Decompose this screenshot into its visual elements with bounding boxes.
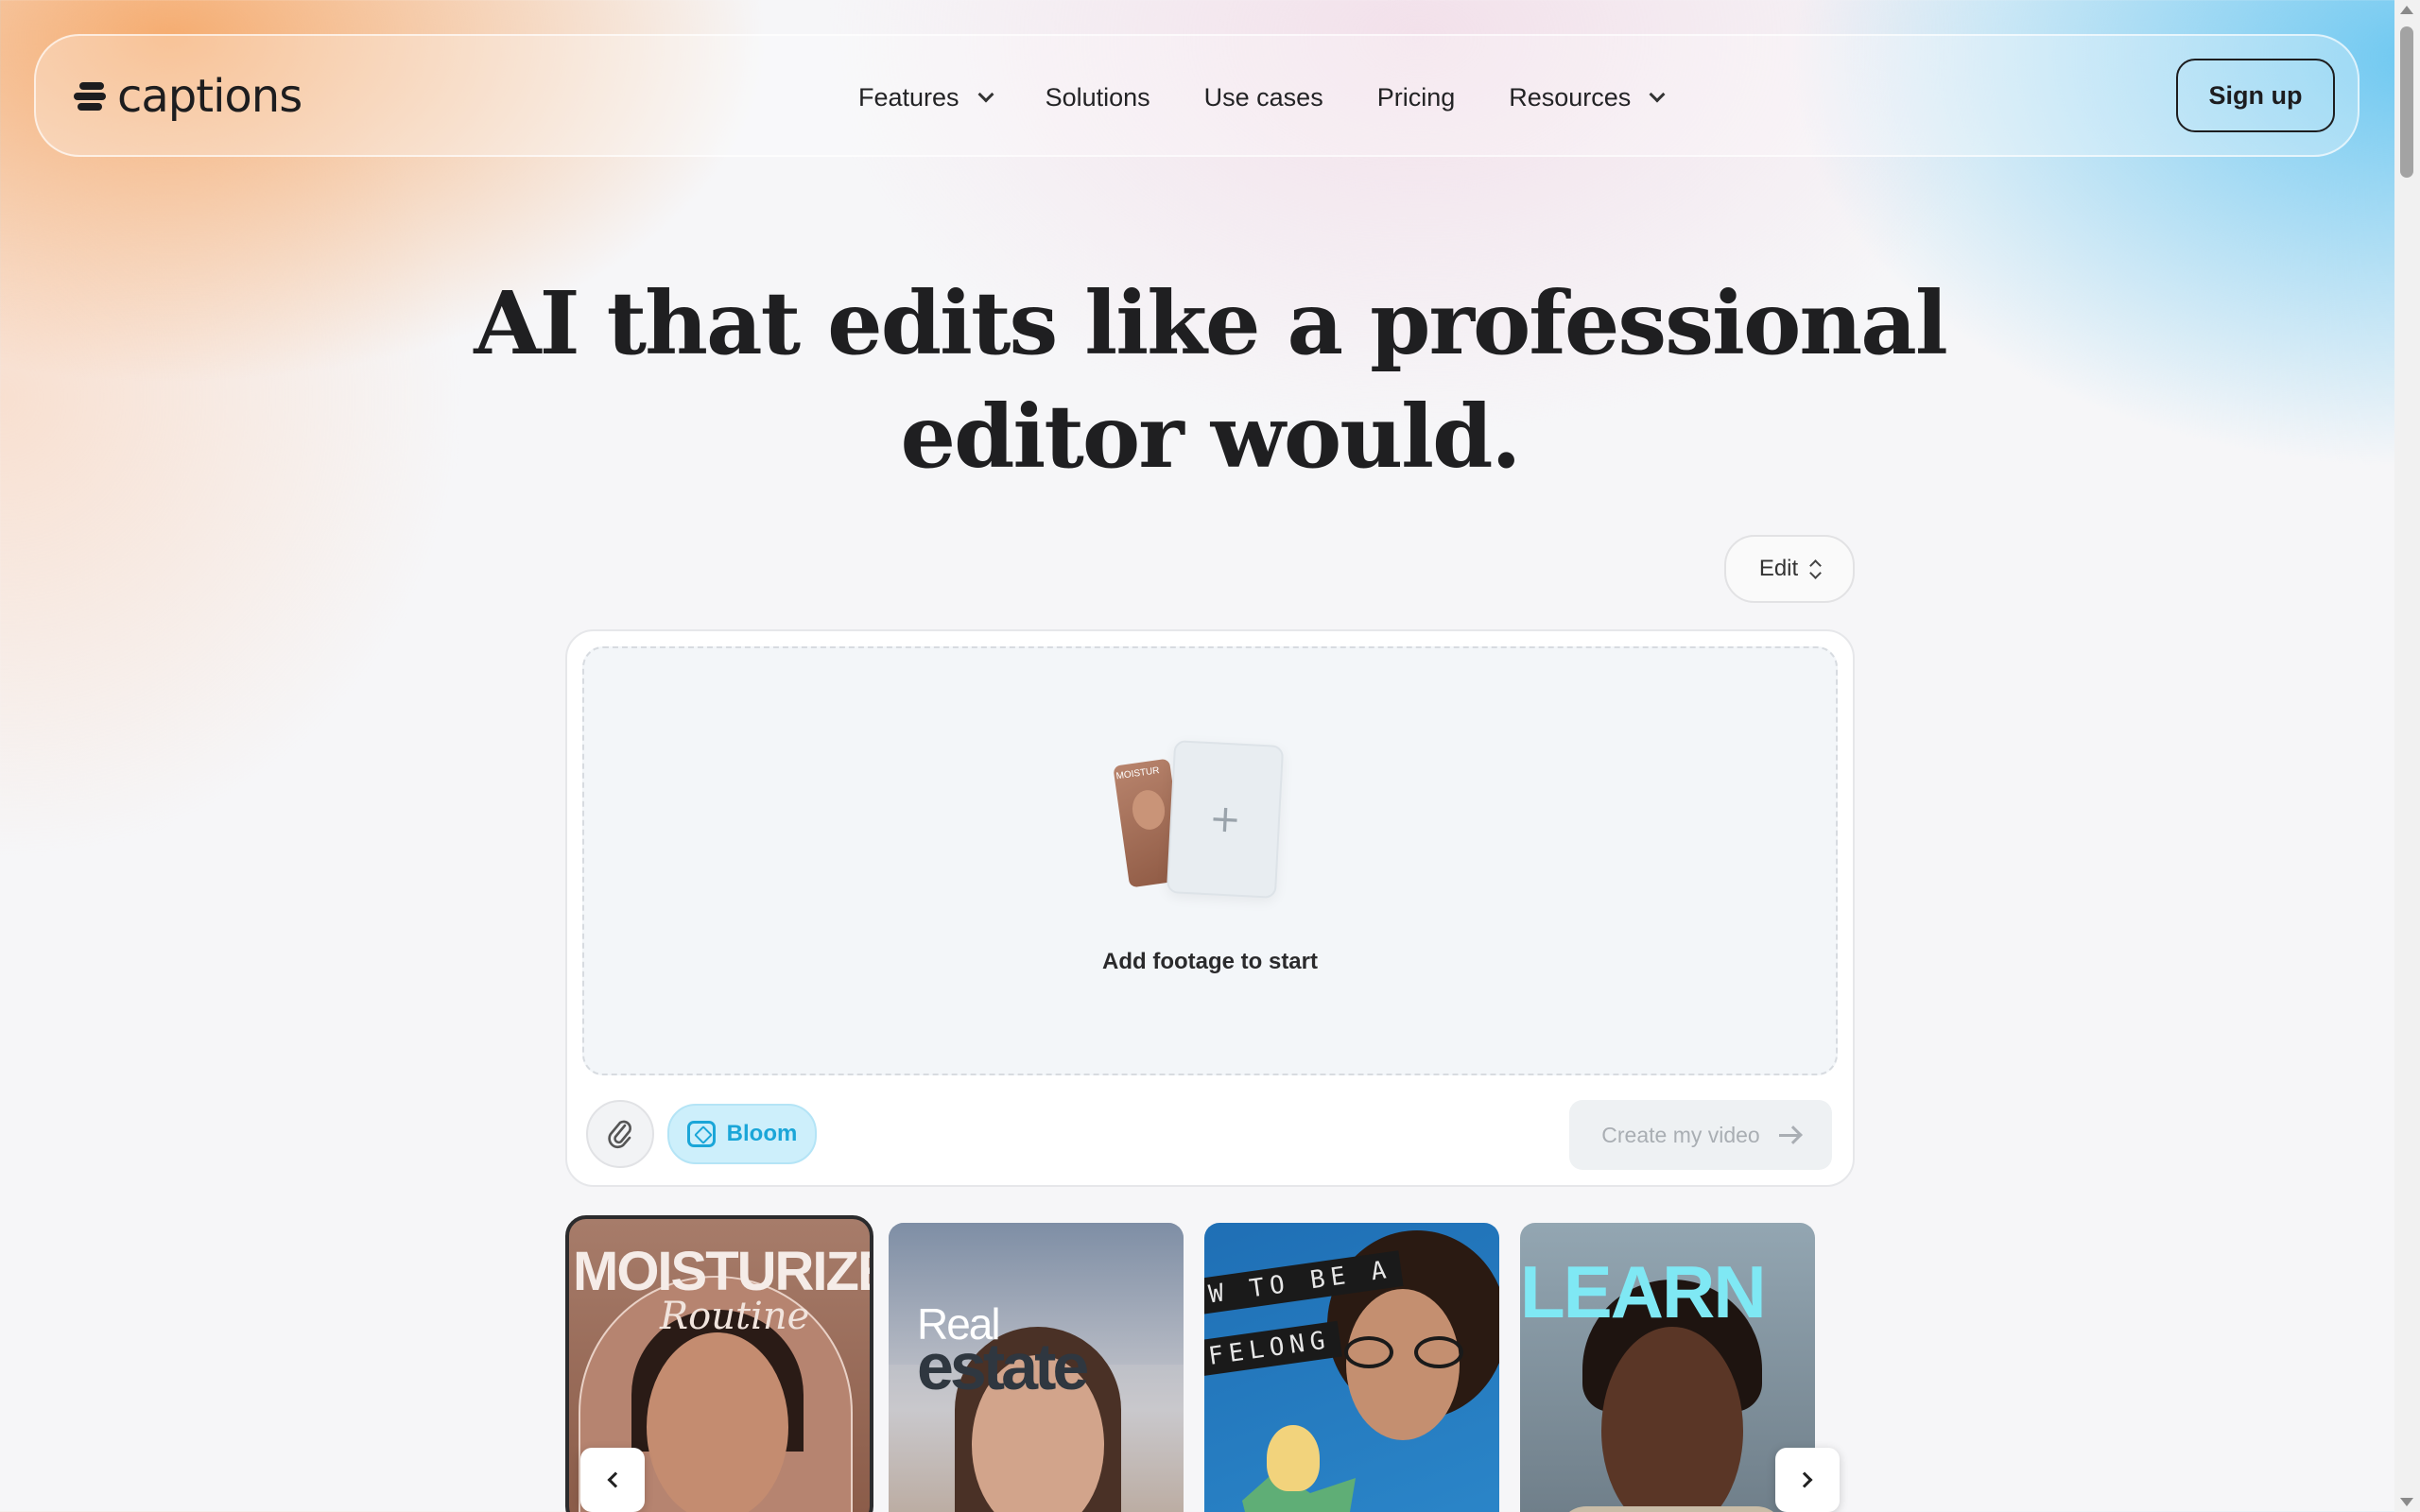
scroll-down-icon[interactable] xyxy=(2400,1498,2413,1506)
template-card-real-estate[interactable]: Real estate xyxy=(889,1223,1184,1512)
chevron-down-icon xyxy=(977,86,994,103)
sign-up-button[interactable]: Sign up xyxy=(2176,59,2335,132)
dropzone-label: Add footage to start xyxy=(1102,949,1318,974)
chevron-right-icon xyxy=(1796,1471,1813,1488)
template-card-lifelong[interactable]: W TO BE A FELONG xyxy=(1204,1223,1499,1512)
paperclip-icon xyxy=(608,1120,631,1149)
lightbulb-icon xyxy=(1267,1425,1320,1491)
nav-pricing-label: Pricing xyxy=(1376,82,1456,112)
footage-thumbnails: MOISTUR + xyxy=(1110,740,1299,913)
template-carousel: MOISTURIZE Routine Real estate W TO BE A… xyxy=(565,1215,1855,1512)
create-video-label: Create my video xyxy=(1601,1122,1760,1147)
nav-links: Features Solutions Use cases Pricing Res… xyxy=(858,36,1717,159)
nav-use-cases[interactable]: Use cases xyxy=(1204,83,1323,112)
carousel-prev-button[interactable] xyxy=(580,1448,645,1512)
template-subtitle: Routine xyxy=(660,1295,810,1338)
nav-resources[interactable]: Resources xyxy=(1509,82,1666,112)
nav-solutions[interactable]: Solutions xyxy=(1046,83,1150,112)
template-card-learn[interactable]: LEARN xyxy=(1520,1223,1815,1512)
captions-logo-icon xyxy=(70,78,110,114)
nav-resources-label: Resources xyxy=(1509,82,1632,112)
chevron-up-down-icon xyxy=(1809,558,1823,579)
nav-features[interactable]: Features xyxy=(858,82,994,112)
top-navigation: captions Features Solutions Use cases Pr… xyxy=(34,34,2360,157)
create-video-button[interactable]: Create my video xyxy=(1569,1100,1832,1170)
hero-title-line-2: editor would. xyxy=(900,386,1522,488)
hero-title-line-1: AI that edits like a professional xyxy=(474,272,1948,374)
arrow-right-icon xyxy=(1778,1133,1800,1137)
add-footage-card[interactable]: + xyxy=(1166,740,1285,899)
template-title: LEARN xyxy=(1520,1250,1767,1333)
scrollbar-thumb[interactable] xyxy=(2400,26,2413,178)
mode-select-value: Edit xyxy=(1758,556,1799,581)
footage-dropzone[interactable]: MOISTUR + Add footage to start xyxy=(582,646,1838,1075)
page-scrollbar[interactable] xyxy=(2394,0,2420,1512)
template-subtitle: FELONG xyxy=(1204,1320,1342,1377)
thumbnail-text: MOISTUR xyxy=(1115,765,1161,782)
plus-icon: + xyxy=(1208,797,1242,842)
hero-title: AI that edits like a professional editor… xyxy=(0,266,2420,493)
attach-button[interactable] xyxy=(586,1100,654,1168)
chevron-down-icon xyxy=(1649,86,1666,103)
nav-solutions-label: Solutions xyxy=(1045,82,1150,112)
captions-logo[interactable]: captions xyxy=(70,70,302,123)
nav-use-cases-label: Use cases xyxy=(1203,82,1323,112)
mode-select[interactable]: Edit xyxy=(1724,535,1855,603)
nav-features-label: Features xyxy=(858,82,959,112)
scroll-up-icon[interactable] xyxy=(2400,6,2413,14)
template-subtitle: estate xyxy=(917,1330,1089,1403)
style-chip-bloom[interactable]: Bloom xyxy=(667,1104,817,1164)
video-composer: MOISTUR + Add footage to start Bloom Cre… xyxy=(565,629,1855,1187)
template-title: MOISTURIZE xyxy=(573,1241,873,1302)
carousel-next-button[interactable] xyxy=(1775,1448,1840,1512)
chevron-left-icon xyxy=(607,1471,624,1488)
brand-name: captions xyxy=(117,70,302,123)
style-chip-label: Bloom xyxy=(726,1121,798,1146)
nav-pricing[interactable]: Pricing xyxy=(1377,83,1456,112)
sparkle-frame-icon xyxy=(686,1121,716,1147)
